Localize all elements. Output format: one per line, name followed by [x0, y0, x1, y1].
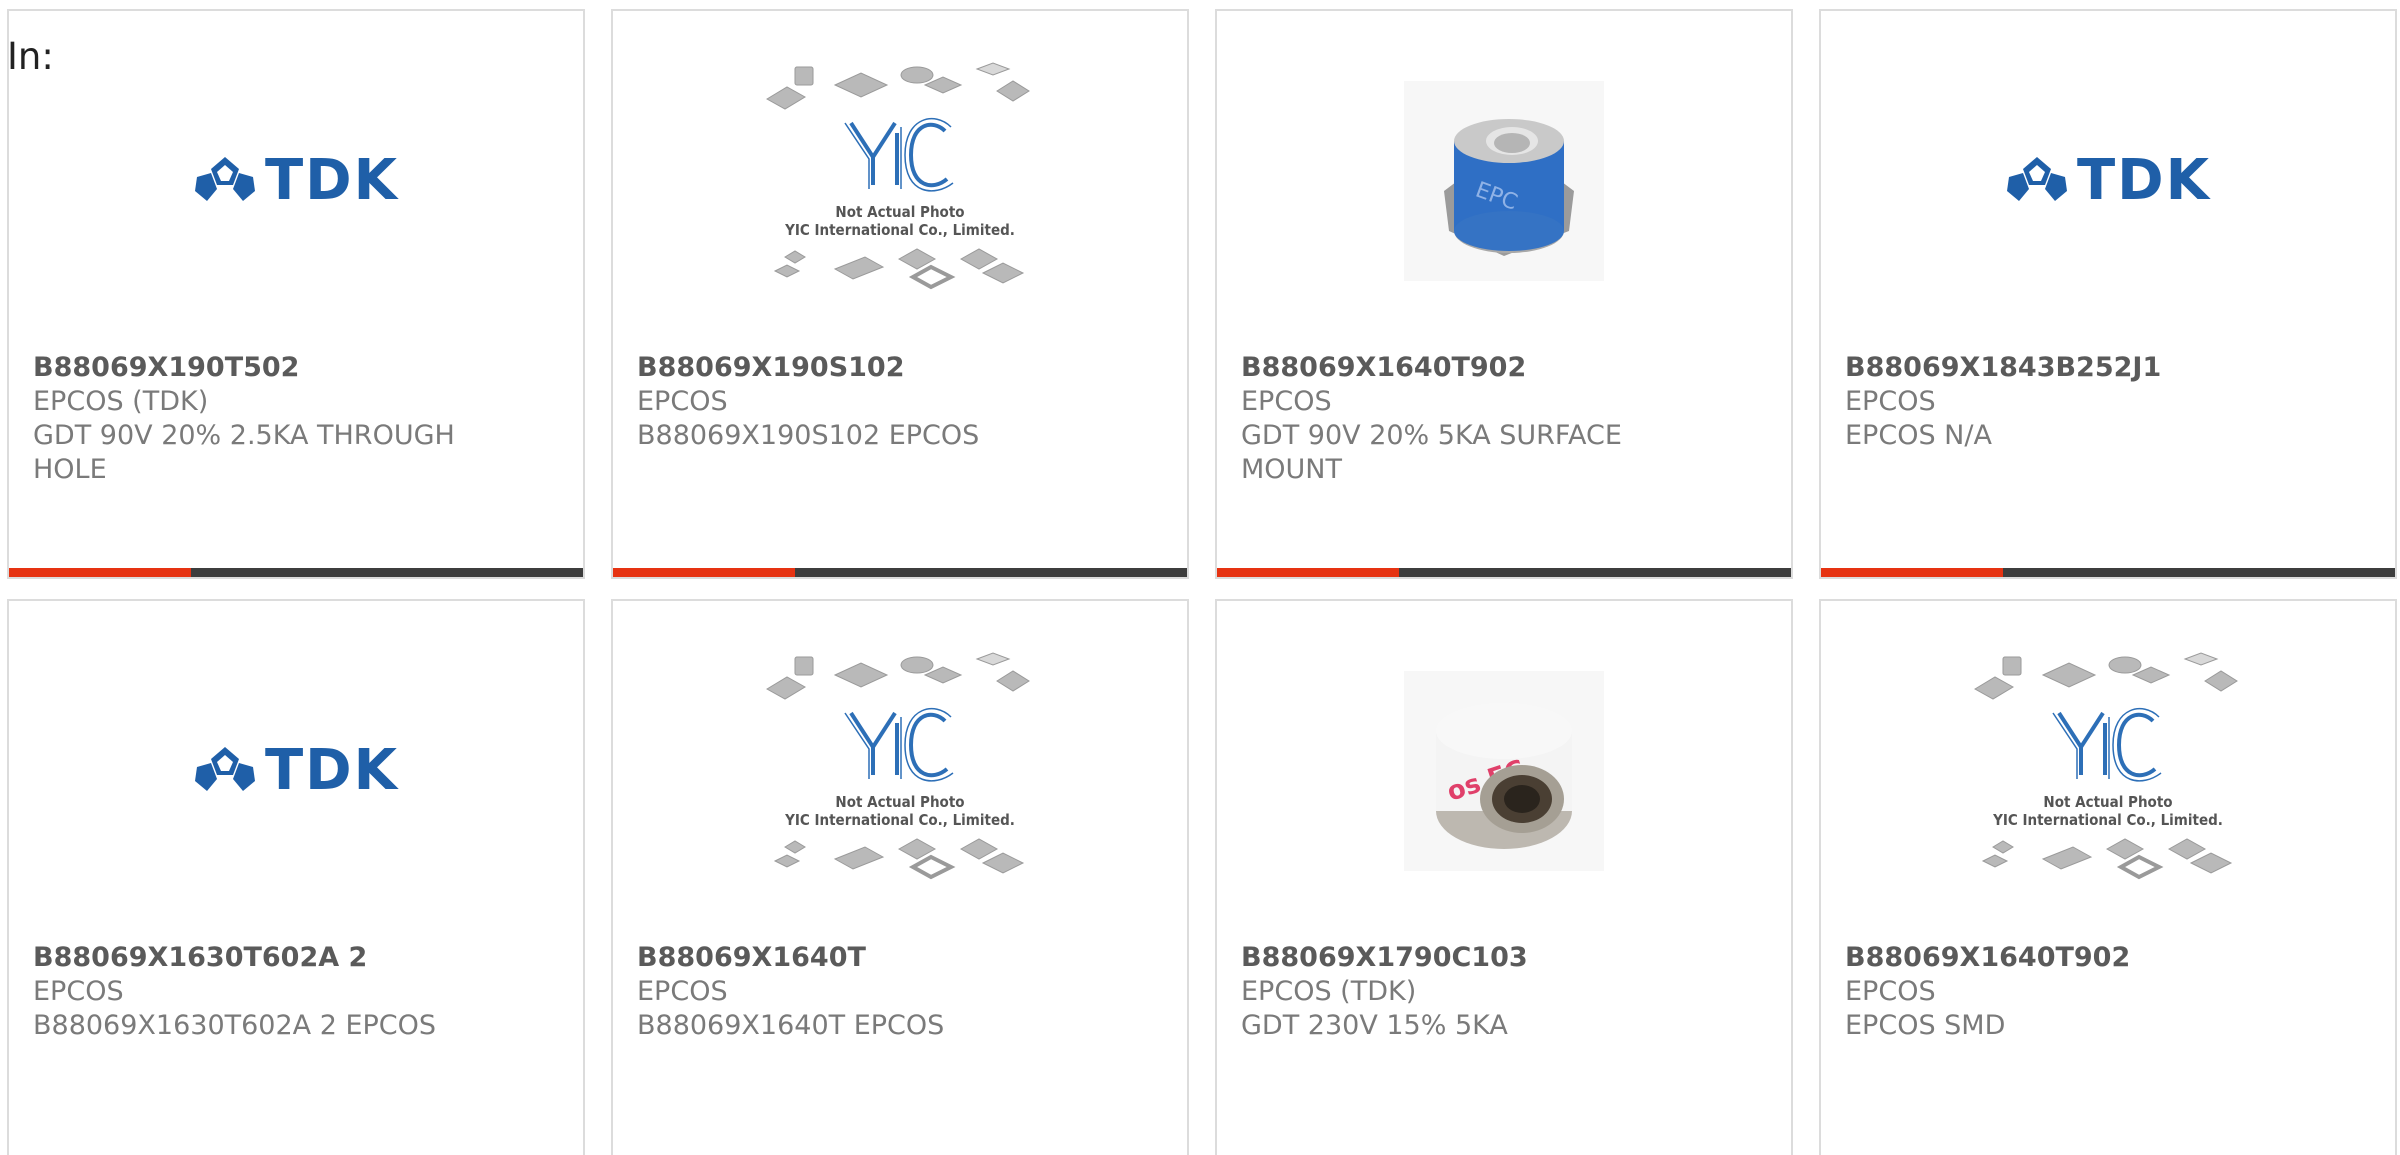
product-image: Not Actual Photo YIC International Co., …	[1821, 641, 2395, 901]
chip-package-icons	[766, 62, 1030, 290]
part-number-link[interactable]: B88069X1640T902	[1845, 941, 2371, 975]
part-number-link[interactable]: B88069X1843B252J1	[1845, 351, 2371, 385]
product-card[interactable]: TDK B88069X1843B252J1 EPCOS EPCOS N/A	[1819, 9, 2397, 579]
description: B88069X1630T602A 2 EPCOS	[33, 1010, 437, 1041]
description: B88069X190S102 EPCOS	[637, 420, 980, 451]
product-card[interactable]: TDK B88069X190T502 EPCOS (TDK) GDT 90V 2…	[7, 9, 585, 579]
tdk-emblem-icon	[2006, 157, 2067, 201]
card-bar	[1821, 568, 2395, 577]
tdk-logo: TDK	[2005, 153, 2211, 209]
part-number-link[interactable]: B88069X1790C103	[1241, 941, 1767, 975]
yic-placeholder-image: Not Actual Photo YIC International Co., …	[1973, 651, 2243, 891]
manufacturer: EPCOS (TDK)	[33, 386, 209, 417]
part-number-link[interactable]: B88069X1640T	[637, 941, 1163, 975]
tdk-emblem-icon	[194, 157, 255, 201]
product-card[interactable]: Not Actual Photo YIC International Co., …	[1819, 599, 2397, 1155]
yic-placeholder-image: Not Actual Photo YIC International Co., …	[765, 651, 1035, 891]
description: GDT 90V 20% 5KA SURFACE MOUNT	[1241, 420, 1622, 485]
description: GDT 90V 20% 2.5KA THROUGH HOLE	[33, 420, 455, 485]
product-image: EPC	[1217, 51, 1791, 311]
product-image: TDK	[1821, 51, 2395, 311]
image-caption: Not Actual Photo	[835, 203, 965, 221]
part-number-link[interactable]: B88069X190S102	[637, 351, 1163, 385]
product-image: os EC	[1217, 641, 1791, 901]
image-caption: YIC International Co., Limited.	[1993, 811, 2223, 829]
image-caption: YIC International Co., Limited.	[785, 221, 1015, 239]
description: EPCOS SMD	[1845, 1010, 2006, 1041]
product-card[interactable]: Not Actual Photo YIC International Co., …	[611, 599, 1189, 1155]
in-label: In:	[7, 35, 54, 78]
description: EPCOS N/A	[1845, 420, 1992, 451]
description: B88069X1640T EPCOS	[637, 1010, 945, 1041]
card-bar	[613, 568, 1187, 577]
product-card[interactable]: EPC B88069X1640T902 EPCOS GDT 90V 20% 5K…	[1215, 9, 1793, 579]
card-bar	[1217, 568, 1791, 577]
gdt-white-photo: os EC	[1404, 671, 1604, 871]
image-caption: YIC International Co., Limited.	[785, 811, 1015, 829]
description: GDT 230V 15% 5KA	[1241, 1010, 1508, 1041]
product-image: TDK	[9, 51, 583, 311]
tdk-wordmark: TDK	[264, 738, 400, 803]
chip-package-icons	[766, 652, 1030, 880]
manufacturer: EPCOS (TDK)	[1241, 976, 1417, 1007]
part-number-link[interactable]: B88069X190T502	[33, 351, 559, 385]
product-card[interactable]: os EC B88069X1790C103 EPCOS (TDK) GDT 23…	[1215, 599, 1793, 1155]
product-card[interactable]: TDK B88069X1630T602A 2 EPCOS B88069X1630…	[7, 599, 585, 1155]
manufacturer: EPCOS	[637, 976, 728, 1007]
tdk-wordmark: TDK	[2076, 148, 2212, 213]
manufacturer: EPCOS	[637, 386, 728, 417]
image-caption: Not Actual Photo	[2043, 793, 2173, 811]
product-image: Not Actual Photo YIC International Co., …	[613, 641, 1187, 901]
product-image: Not Actual Photo YIC International Co., …	[613, 51, 1187, 311]
part-number-link[interactable]: B88069X1630T602A 2	[33, 941, 559, 975]
tdk-emblem-icon	[194, 747, 255, 791]
tdk-logo: TDK	[193, 153, 399, 209]
chip-package-icons	[1974, 652, 2238, 880]
product-card[interactable]: Not Actual Photo YIC International Co., …	[611, 9, 1189, 579]
manufacturer: EPCOS	[1241, 386, 1332, 417]
part-number-link[interactable]: B88069X1640T902	[1241, 351, 1767, 385]
tdk-logo: TDK	[193, 743, 399, 799]
yic-placeholder-image: Not Actual Photo YIC International Co., …	[765, 61, 1035, 301]
gdt-blue-photo: EPC	[1404, 81, 1604, 281]
product-image: TDK	[9, 641, 583, 901]
manufacturer: EPCOS	[1845, 976, 1936, 1007]
tdk-wordmark: TDK	[264, 148, 400, 213]
image-caption: Not Actual Photo	[835, 793, 965, 811]
card-bar	[9, 568, 583, 577]
manufacturer: EPCOS	[33, 976, 124, 1007]
manufacturer: EPCOS	[1845, 386, 1936, 417]
product-grid-page: In: TDK B88069X190T502 EPCOS (TDK) GDT 9…	[0, 0, 2400, 1155]
